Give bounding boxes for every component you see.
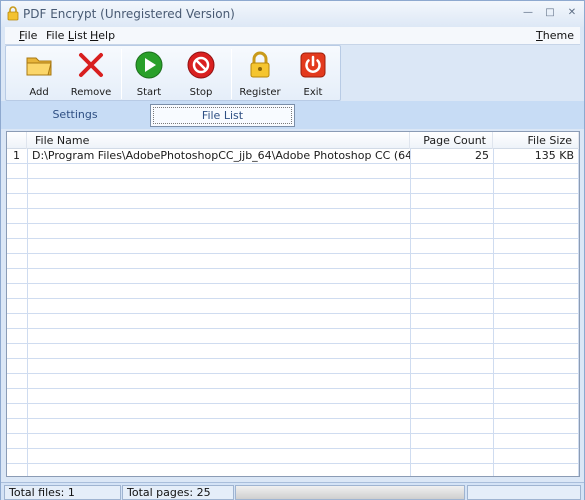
start-play-icon bbox=[135, 51, 163, 79]
column-divider bbox=[27, 149, 28, 476]
remove-button[interactable]: Remove bbox=[66, 48, 116, 100]
remove-x-icon bbox=[79, 53, 103, 77]
list-header: File Name Page Count File Size bbox=[7, 132, 579, 149]
file-list-view[interactable]: File Name Page Count File Size 1 D:\Prog… bbox=[6, 131, 580, 477]
folder-icon bbox=[26, 57, 52, 76]
menu-help[interactable]: Help bbox=[90, 29, 115, 42]
menu-file-list[interactable]: File List bbox=[46, 29, 87, 42]
column-divider bbox=[578, 149, 579, 476]
total-pages-status: Total pages: 25 bbox=[122, 485, 234, 500]
close-button[interactable]: ✕ bbox=[563, 5, 581, 21]
menu-theme[interactable]: Theme bbox=[536, 29, 574, 42]
tab-settings[interactable]: Settings bbox=[1, 104, 149, 127]
window-title: PDF Encrypt (Unregistered Version) bbox=[23, 7, 235, 21]
menu-file[interactable]: File bbox=[19, 29, 37, 42]
tab-file-list[interactable]: File List bbox=[150, 104, 295, 127]
exit-button[interactable]: Exit bbox=[288, 48, 338, 100]
column-divider bbox=[410, 149, 411, 476]
row-file-size: 135 KB bbox=[534, 149, 574, 162]
status-panel-empty bbox=[467, 485, 581, 500]
column-header-file-name[interactable]: File Name bbox=[27, 132, 410, 149]
padlock-icon bbox=[250, 51, 270, 78]
menu-bar: File File List Help Theme bbox=[5, 27, 580, 45]
toolbar: Add Remove Start Stop Register Exit bbox=[5, 45, 341, 101]
stop-icon bbox=[187, 51, 215, 79]
tab-strip: Settings File List bbox=[1, 101, 584, 129]
column-header-page-count[interactable]: Page Count bbox=[410, 132, 493, 149]
app-window: PDF Encrypt (Unregistered Version) — □ ✕… bbox=[0, 0, 585, 500]
app-lock-icon bbox=[7, 6, 19, 21]
column-header-index[interactable] bbox=[7, 132, 27, 149]
register-label: Register bbox=[239, 87, 281, 98]
total-files-status: Total files: 1 bbox=[4, 485, 121, 500]
exit-power-icon bbox=[300, 52, 326, 78]
toolbar-separator bbox=[121, 49, 122, 99]
exit-label: Exit bbox=[303, 87, 323, 98]
stop-button[interactable]: Stop bbox=[176, 48, 226, 100]
add-button[interactable]: Add bbox=[14, 48, 64, 100]
row-file-name: D:\Program Files\AdobePhotoshopCC_jjb_64… bbox=[32, 149, 410, 162]
remove-label: Remove bbox=[70, 87, 112, 98]
progress-bar bbox=[235, 485, 465, 500]
maximize-button[interactable]: □ bbox=[541, 5, 559, 21]
column-header-file-size[interactable]: File Size bbox=[493, 132, 579, 149]
column-divider bbox=[493, 149, 494, 476]
row-page-count: 25 bbox=[475, 149, 489, 162]
add-label: Add bbox=[29, 87, 49, 98]
register-button[interactable]: Register bbox=[235, 48, 285, 100]
status-bar: Total files: 1 Total pages: 25 bbox=[1, 482, 584, 500]
start-button[interactable]: Start bbox=[124, 48, 174, 100]
stop-label: Stop bbox=[189, 87, 213, 98]
start-label: Start bbox=[136, 87, 162, 98]
toolbar-separator bbox=[231, 49, 232, 99]
table-row[interactable]: 1 D:\Program Files\AdobePhotoshopCC_jjb_… bbox=[7, 149, 579, 163]
row-index: 1 bbox=[13, 149, 20, 162]
title-bar: PDF Encrypt (Unregistered Version) — □ ✕ bbox=[1, 1, 584, 27]
minimize-button[interactable]: — bbox=[519, 5, 537, 21]
